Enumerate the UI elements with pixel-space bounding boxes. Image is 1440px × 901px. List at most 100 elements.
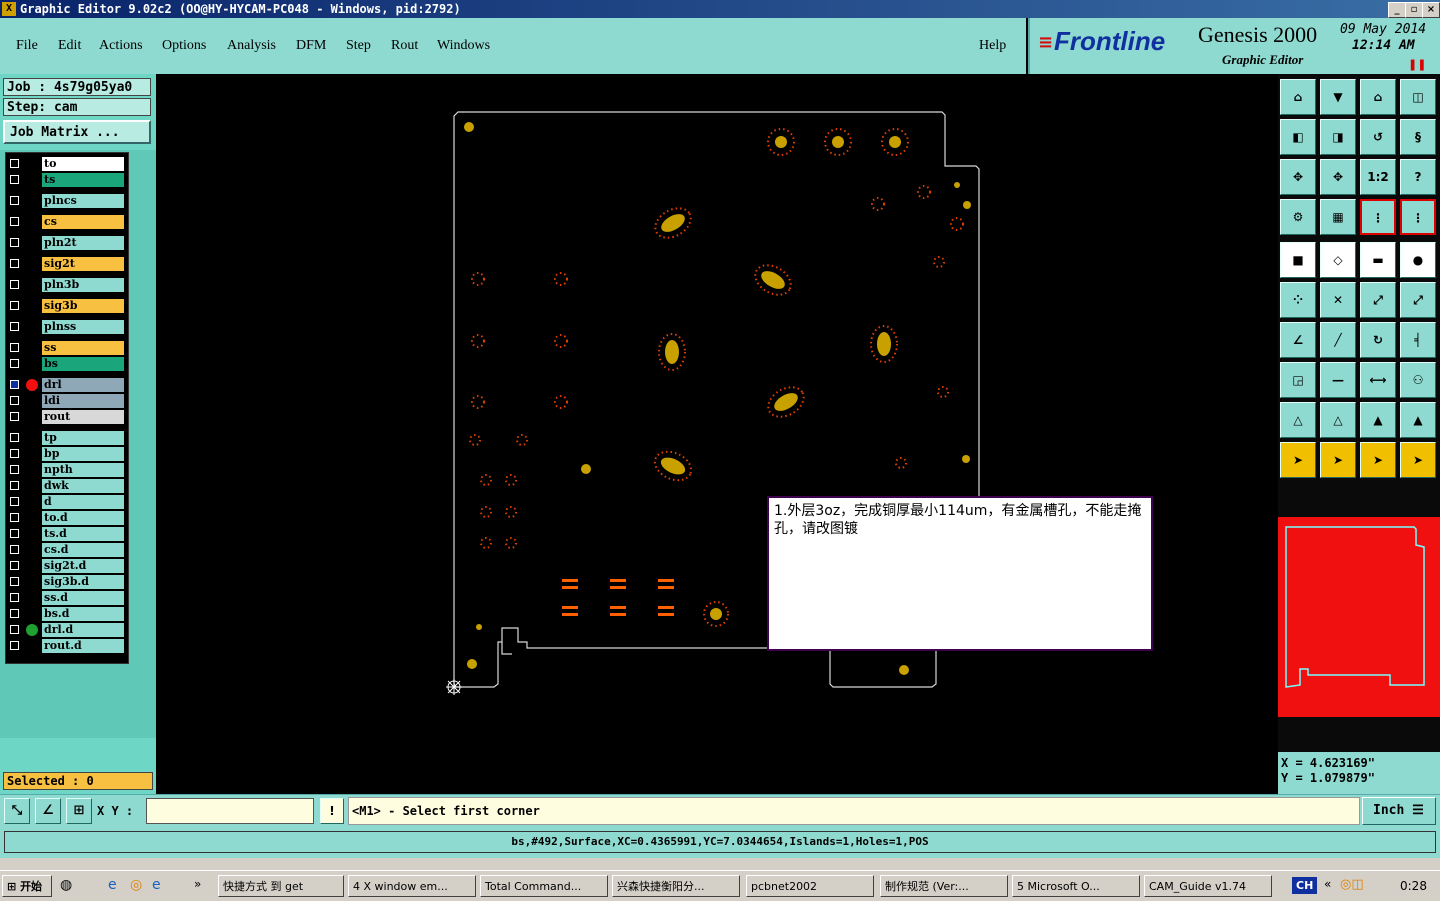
menu-options[interactable]: Options xyxy=(162,38,206,54)
layer-checkbox[interactable] xyxy=(10,481,19,490)
pan-right-icon[interactable]: ◨ xyxy=(1320,119,1356,155)
layer-row[interactable]: npth xyxy=(6,463,128,477)
resize-icon[interactable]: ⤡ xyxy=(4,798,30,824)
layer-checkbox[interactable] xyxy=(10,433,19,442)
xy-input[interactable] xyxy=(146,798,314,824)
task-item-microsoft[interactable]: 5 Microsoft O... xyxy=(1012,875,1140,897)
layer-checkbox[interactable] xyxy=(10,412,19,421)
layer-checkbox[interactable] xyxy=(10,609,19,618)
pointer-edit-icon[interactable]: ➤ xyxy=(1360,442,1396,478)
redraw-icon[interactable]: § xyxy=(1400,119,1436,155)
menu-rout[interactable]: Rout xyxy=(391,38,418,54)
task-item-shortcut[interactable]: 快捷方式 到 get xyxy=(218,875,344,897)
layer-row[interactable]: ss.d xyxy=(6,591,128,605)
layer-name[interactable]: sig2t.d xyxy=(42,559,124,573)
start-button[interactable]: ⊞ 开始 xyxy=(2,875,52,897)
alert-icon[interactable]: ! xyxy=(320,798,344,824)
pad-group-icon[interactable]: ⚇ xyxy=(1400,362,1436,398)
task-item-pcbnet[interactable]: pcbnet2002 xyxy=(746,875,874,897)
layer-name[interactable]: npth xyxy=(42,463,124,477)
layer-row[interactable]: sig2t xyxy=(6,257,128,271)
layer-checkbox[interactable] xyxy=(10,196,19,205)
layer-name[interactable]: drl xyxy=(42,378,124,392)
task-item-total-commander[interactable]: Total Command... xyxy=(480,875,608,897)
layer-row[interactable]: ss xyxy=(6,341,128,355)
layer-name[interactable]: plnss xyxy=(42,320,124,334)
layer-checkbox[interactable] xyxy=(10,641,19,650)
pointer-icon[interactable]: ➤ xyxy=(1280,442,1316,478)
layer-row[interactable]: cs xyxy=(6,215,128,229)
connect-icon[interactable]: ⤢ xyxy=(1360,282,1396,318)
task-item-xwindow[interactable]: 4 X window em... xyxy=(348,875,476,897)
grid-icon[interactable]: ▦ xyxy=(1320,199,1356,235)
layer-name[interactable]: ldi xyxy=(42,394,124,408)
language-indicator[interactable]: CH xyxy=(1292,877,1318,894)
layer-name[interactable]: bs.d xyxy=(42,607,124,621)
more-icon[interactable]: » xyxy=(194,877,201,891)
undo-view-icon[interactable]: ↺ xyxy=(1360,119,1396,155)
layer-name[interactable]: tp xyxy=(42,431,124,445)
layer-checkbox[interactable] xyxy=(10,159,19,168)
layer-checkbox[interactable] xyxy=(10,577,19,586)
task-item-spec[interactable]: 制作规范 (Ver:... xyxy=(880,875,1008,897)
layer-checkbox[interactable] xyxy=(10,217,19,226)
tray-icon[interactable]: ◎◫ xyxy=(1340,877,1364,892)
layer-row[interactable]: drl xyxy=(6,378,128,392)
help-query-button[interactable]: ? xyxy=(1400,159,1436,195)
maximize-button[interactable]: ▫ xyxy=(1405,2,1423,18)
job-matrix-button[interactable]: Job Matrix ... xyxy=(3,120,151,144)
minimize-button[interactable]: _ xyxy=(1388,2,1406,18)
window-icon[interactable]: ◫ xyxy=(1400,79,1436,115)
layer-row[interactable]: rout xyxy=(6,410,128,424)
layer-name[interactable]: pln2t xyxy=(42,236,124,250)
layer-checkbox[interactable] xyxy=(10,561,19,570)
layer-row[interactable]: sig2t.d xyxy=(6,559,128,573)
browser-alt-icon[interactable]: e xyxy=(152,877,161,893)
close-button[interactable]: × xyxy=(1422,2,1440,18)
layer-row[interactable]: tp xyxy=(6,431,128,445)
layer-name[interactable]: d xyxy=(42,495,124,509)
settings-icon[interactable]: ⚙ xyxy=(1280,199,1316,235)
dimension-icon[interactable]: ⟷ xyxy=(1360,362,1396,398)
ruler-icon[interactable]: ▬ xyxy=(1360,242,1396,278)
layer-checkbox[interactable] xyxy=(10,175,19,184)
layer-row[interactable]: bp xyxy=(6,447,128,461)
layer-row[interactable]: ts.d xyxy=(6,527,128,541)
home-icon[interactable]: ⌂ xyxy=(1280,79,1316,115)
layer-name[interactable]: to xyxy=(42,157,124,171)
layer-row[interactable]: pln3b xyxy=(6,278,128,292)
layer-name[interactable]: rout.d xyxy=(42,639,124,653)
line-point-icon[interactable]: ⤢ xyxy=(1400,282,1436,318)
triangle-alt-icon[interactable]: △ xyxy=(1320,402,1356,438)
menu-file[interactable]: File xyxy=(16,38,38,54)
layer-name[interactable]: cs.d xyxy=(42,543,124,557)
layer-name[interactable]: ss xyxy=(42,341,124,355)
layer-name[interactable]: cs xyxy=(42,215,124,229)
layer-name[interactable]: sig3b xyxy=(42,299,124,313)
layer-row[interactable]: bs.d xyxy=(6,607,128,621)
quicklaunch-icon[interactable]: ◍ xyxy=(60,877,72,893)
zoom-center-icon[interactable]: ✥ xyxy=(1320,159,1356,195)
nodes-icon[interactable]: ⁘ xyxy=(1280,282,1316,318)
triangle-fill-icon[interactable]: ▲ xyxy=(1360,402,1396,438)
layer-row[interactable]: to xyxy=(6,157,128,171)
menu-dfm[interactable]: DFM xyxy=(296,38,326,54)
layer-checkbox[interactable] xyxy=(10,359,19,368)
save-icon[interactable]: ▼ xyxy=(1320,79,1356,115)
layer-name[interactable]: ss.d xyxy=(42,591,124,605)
layer-checkbox[interactable] xyxy=(10,259,19,268)
zoom-fit-icon[interactable]: ✥ xyxy=(1280,159,1316,195)
units-selector[interactable]: Inch ☰ xyxy=(1362,797,1436,825)
layer-name[interactable]: pln3b xyxy=(42,278,124,292)
layer-checkbox[interactable] xyxy=(10,280,19,289)
task-item-xingsen[interactable]: 兴森快捷衡阳分... xyxy=(612,875,740,897)
layer-row[interactable]: rout.d xyxy=(6,639,128,653)
layer-name[interactable]: rout xyxy=(42,410,124,424)
layer-checkbox[interactable] xyxy=(10,465,19,474)
menu-edit[interactable]: Edit xyxy=(58,38,81,54)
triangle-icon[interactable]: △ xyxy=(1280,402,1316,438)
tray-expand-icon[interactable]: « xyxy=(1324,877,1331,891)
layer-checkbox[interactable] xyxy=(10,625,19,634)
layer-checkbox[interactable] xyxy=(10,396,19,405)
house-icon[interactable]: ⌂ xyxy=(1360,79,1396,115)
